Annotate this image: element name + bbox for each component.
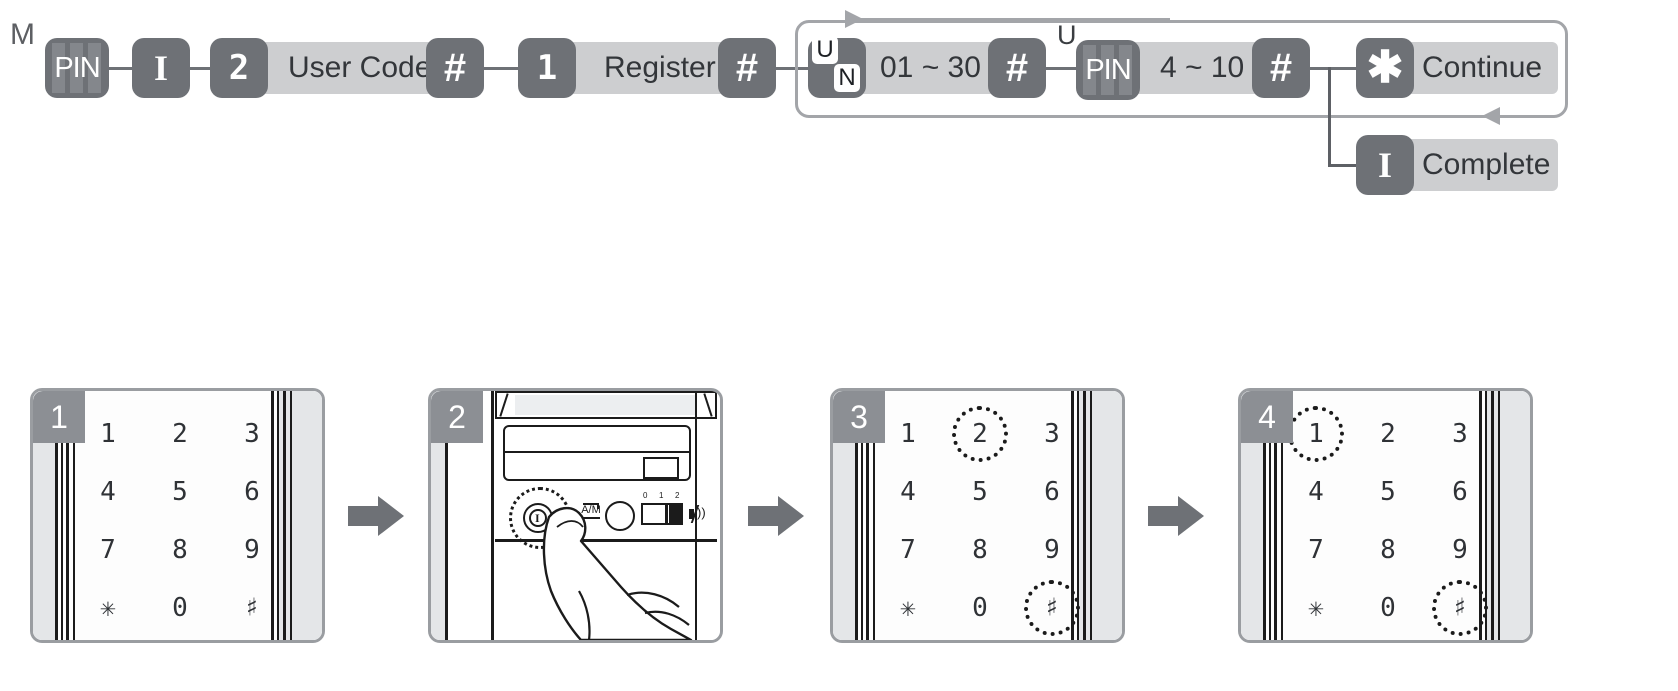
hash-label-1: # [443, 46, 467, 90]
continue-caption: Continue [1422, 51, 1543, 84]
key-5[interactable]: 5 [1361, 467, 1415, 517]
step-digit-1-icon: 1 [518, 38, 576, 98]
pin-length-range: 4 ~ 10 [1160, 51, 1245, 84]
keypad-grid-4: 1 2 3 4 5 6 7 8 9 ✳ 0 ♯ [1288, 406, 1497, 636]
arrow-3-to-4 [1148, 496, 1204, 536]
key-0[interactable]: 0 [953, 583, 1007, 633]
key-4[interactable]: 4 [881, 467, 935, 517]
connector-hash-to-1 [484, 67, 520, 70]
highlight-circle-key-2 [952, 406, 1008, 462]
pin-icon-label-2: PIN [1085, 53, 1131, 86]
arrow-2-to-3 [748, 496, 804, 536]
key-8[interactable]: 8 [153, 525, 207, 575]
complete-caption: Complete [1422, 148, 1551, 181]
highlight-circle-key-hash [1024, 580, 1080, 636]
step-inside-button-icon: I [132, 38, 190, 98]
step-digit-2-icon: 2 [210, 38, 268, 98]
step-pin-icon-2: PIN [1076, 40, 1140, 100]
key-7[interactable]: 7 [881, 525, 935, 575]
panel-1: 1 2 3 4 5 6 7 8 9 ✳ 0 ♯ 1 [30, 388, 325, 643]
key-star[interactable]: ✳ [1289, 583, 1343, 633]
hash-label-4: # [1269, 46, 1293, 90]
step-user-number-icon: U N [808, 36, 866, 98]
key-4[interactable]: 4 [81, 467, 135, 517]
user-code-caption: User Code [288, 51, 432, 84]
un-icon-n-letter: N [834, 64, 860, 92]
key-0[interactable]: 0 [153, 583, 207, 633]
key-3[interactable]: 3 [1433, 409, 1487, 459]
hash-label-3: # [1005, 46, 1029, 90]
star-label: ✱ [1366, 43, 1404, 92]
mode-label: M [10, 18, 35, 51]
step-star-icon: ✱ [1356, 38, 1414, 98]
panel-4: 1 2 3 4 5 6 7 8 9 ✳ 0 ♯ 4 [1238, 388, 1533, 643]
step-hash-icon-3: # [988, 38, 1046, 98]
key-9[interactable]: 9 [225, 525, 279, 575]
key-6[interactable]: 6 [1433, 467, 1487, 517]
key-6[interactable]: 6 [1025, 467, 1079, 517]
step-inside-button-icon-2: I [1356, 135, 1414, 195]
key-star[interactable]: ✳ [81, 583, 135, 633]
branch-vertical-line [1328, 67, 1331, 167]
panel-1-frame: 1 2 3 4 5 6 7 8 9 ✳ 0 ♯ 1 [30, 388, 325, 643]
key-hash[interactable]: ♯ [225, 583, 279, 633]
key-7[interactable]: 7 [1289, 525, 1343, 575]
key-5[interactable]: 5 [953, 467, 1007, 517]
step-hash-icon-2: # [718, 38, 776, 98]
un-icon-u-letter: U [812, 36, 838, 64]
user-number-range: 01 ~ 30 [880, 51, 981, 84]
panel-3: 1 2 3 4 5 6 7 8 9 ✳ 0 ♯ 3 [830, 388, 1125, 643]
pin-superscript-u: U [1057, 20, 1077, 50]
keypad-grid-3: 1 2 3 4 5 6 7 8 9 ✳ 0 ♯ [881, 406, 1089, 636]
step-pin-icon: PIN [45, 38, 109, 98]
key-7[interactable]: 7 [81, 525, 135, 575]
inside-button-label-2: I [1377, 145, 1392, 185]
panel-1-number: 1 [33, 391, 85, 443]
key-3[interactable]: 3 [1025, 409, 1079, 459]
digit-1-label: 1 [536, 48, 558, 88]
key-9[interactable]: 9 [1433, 525, 1487, 575]
pin-icon-label: PIN [54, 51, 100, 84]
key-1[interactable]: 1 [81, 409, 135, 459]
hash-label-2: # [735, 46, 759, 90]
key-2[interactable]: 2 [1361, 409, 1415, 459]
key-5[interactable]: 5 [153, 467, 207, 517]
key-2[interactable]: 2 [153, 409, 207, 459]
panel-2: I A/M 0 1 2 )) 2 [428, 388, 723, 643]
highlight-circle-key-1 [1288, 406, 1344, 462]
panel-4-number: 4 [1241, 391, 1293, 443]
key-8[interactable]: 8 [953, 525, 1007, 575]
step-hash-icon-1: # [426, 38, 484, 98]
panel-2-number: 2 [431, 391, 483, 443]
key-3[interactable]: 3 [225, 409, 279, 459]
loop-top-arrowhead [845, 10, 863, 28]
keypad-grid-1: 1 2 3 4 5 6 7 8 9 ✳ 0 ♯ [81, 409, 289, 633]
highlight-circle-key-hash [1432, 580, 1488, 636]
key-6[interactable]: 6 [225, 467, 279, 517]
loop-top-line [860, 18, 1170, 21]
panel-4-frame: 1 2 3 4 5 6 7 8 9 ✳ 0 ♯ 4 [1238, 388, 1533, 643]
panel-3-frame: 1 2 3 4 5 6 7 8 9 ✳ 0 ♯ 3 [830, 388, 1125, 643]
loop-bottom-arrowhead [1482, 107, 1500, 125]
inside-button-label: I [153, 48, 168, 88]
key-8[interactable]: 8 [1361, 525, 1415, 575]
key-4[interactable]: 4 [1289, 467, 1343, 517]
key-star[interactable]: ✳ [881, 583, 935, 633]
panel-3-number: 3 [833, 391, 885, 443]
arrow-1-to-2 [348, 496, 404, 536]
digit-2-label: 2 [228, 48, 250, 88]
key-1[interactable]: 1 [881, 409, 935, 459]
register-caption: Register [604, 51, 716, 84]
panel-2-frame: I A/M 0 1 2 )) 2 [428, 388, 723, 643]
key-0[interactable]: 0 [1361, 583, 1415, 633]
step-hash-icon-4: # [1252, 38, 1310, 98]
programming-flow-diagram: M PIN I User Code 2 # Register 1 # 01 ~ … [0, 0, 1678, 200]
key-9[interactable]: 9 [1025, 525, 1079, 575]
